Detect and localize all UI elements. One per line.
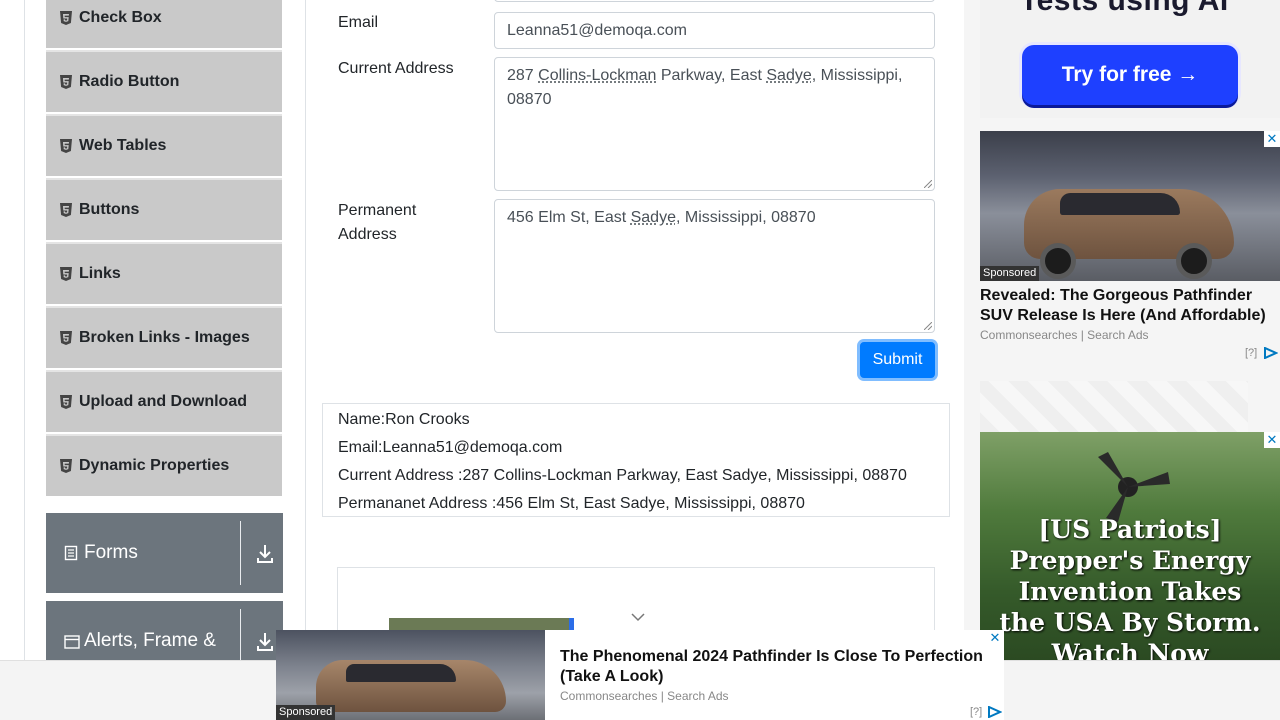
- sidebar-group-label: Alerts, Frame &: [84, 630, 216, 651]
- patriot-ad[interactable]: [US Patriots] Prepper's Energy Invention…: [980, 432, 1280, 660]
- address-text: 08870: [507, 91, 552, 108]
- sidebar-item-radio-button[interactable]: Radio Button: [46, 50, 282, 112]
- sidebar-item-label: Broken Links - Images: [79, 329, 250, 346]
- current-address-textarea[interactable]: 287 Collins-Lockman Parkway, East Sadye,…: [494, 57, 935, 191]
- patriot-ad-text: [US Patriots] Prepper's Energy Invention…: [980, 514, 1280, 660]
- patriot-line: the USA By Storm.: [999, 608, 1261, 637]
- adchoices-icon[interactable]: [1264, 347, 1278, 359]
- try-for-free-button[interactable]: Try for free →: [1022, 45, 1238, 105]
- ad-info-link[interactable]: [?]: [970, 706, 982, 718]
- html5-icon: [60, 395, 72, 409]
- html5-icon: [60, 11, 72, 25]
- sidebar-border-left: [24, 0, 25, 660]
- sidebar-item-label: Radio Button: [79, 73, 180, 90]
- list-icon: [64, 545, 78, 561]
- html5-icon: [60, 203, 72, 217]
- spellcheck-word: Collins-Lockman: [538, 67, 657, 84]
- close-icon[interactable]: ✕: [987, 630, 1003, 646]
- ad-info-link[interactable]: [?]: [1245, 347, 1257, 359]
- email-label: Email: [338, 14, 379, 31]
- html5-icon: [60, 139, 72, 153]
- bottom-ad-title[interactable]: The Phenomenal 2024 Pathfinder Is Close …: [560, 647, 1000, 687]
- sidebar-item-label: Links: [79, 265, 121, 282]
- chevron-down-icon[interactable]: [631, 612, 645, 622]
- bottom-ad[interactable]: Sponsored The Phenomenal 2024 Pathfinder…: [276, 630, 1004, 720]
- current-address-label: Current Address: [338, 60, 454, 77]
- permanent-label-line2: Address: [338, 226, 397, 243]
- sidebar-group-forms[interactable]: Forms: [46, 513, 283, 593]
- propeller-illustration: [1098, 452, 1170, 522]
- address-text: 287: [507, 67, 539, 84]
- resize-grip-icon[interactable]: [924, 180, 932, 188]
- html5-icon: [60, 331, 72, 345]
- resize-grip-icon[interactable]: [924, 322, 932, 330]
- sidebar-group-label: Forms: [84, 542, 138, 563]
- sponsored-badge: Sponsored: [276, 705, 336, 720]
- spellcheck-word: Sadye: [630, 209, 676, 226]
- address-text: , Mississippi,: [811, 67, 903, 84]
- sidebar-item-label: Check Box: [79, 9, 162, 26]
- html5-icon: [60, 267, 72, 281]
- top-ad-banner[interactable]: Tests using AI Try for free →: [980, 0, 1280, 118]
- sidebar-item-label: Buttons: [79, 201, 140, 218]
- car-wheel: [1176, 243, 1212, 279]
- sidebar-border-right: [305, 0, 306, 660]
- sponsored-badge: Sponsored: [980, 266, 1040, 281]
- sidebar-item-label: Web Tables: [79, 137, 167, 154]
- output-email: Email:Leanna51@demoqa.com: [338, 439, 563, 456]
- output-current-address: Current Address :287 Collins-Lockman Par…: [338, 467, 907, 484]
- top-ad-headline: Tests using AI: [1020, 0, 1229, 17]
- submit-button[interactable]: Submit: [860, 342, 935, 378]
- spellcheck-word: Sadye: [766, 67, 812, 84]
- car-ad-source[interactable]: Commonsearches | Search Ads: [980, 328, 1149, 342]
- bottom-ad-source[interactable]: Commonsearches | Search Ads: [560, 689, 729, 703]
- output-panel: Name:Ron Crooks Email:Leanna51@demoqa.co…: [322, 403, 950, 517]
- close-icon[interactable]: ✕: [1264, 432, 1280, 448]
- sidebar-item-dynamic-properties[interactable]: Dynamic Properties: [46, 434, 282, 496]
- html5-icon: [60, 75, 72, 89]
- window-icon: [64, 633, 80, 649]
- sidebar-item-links[interactable]: Links: [46, 242, 282, 304]
- group-divider: [240, 521, 241, 585]
- address-text: , Mississippi, 08870: [675, 209, 816, 226]
- address-text: 456 Elm St, East: [507, 209, 631, 226]
- sidebar-item-label: Upload and Download: [79, 393, 247, 410]
- car-window: [1060, 193, 1180, 215]
- car-wheel: [1040, 243, 1076, 279]
- permanent-label-line1: Permanent: [338, 202, 417, 219]
- email-field-value: Leanna51@demoqa.com: [507, 22, 687, 39]
- blank-ad-placeholder: [980, 381, 1248, 432]
- patriot-line: Invention Takes: [1018, 577, 1242, 606]
- download-icon[interactable]: [256, 544, 274, 564]
- sidebar-item-upload-download[interactable]: Upload and Download: [46, 370, 282, 432]
- page: Check Box Radio Button Web Tables Button…: [0, 0, 1280, 720]
- sidebar-item-label: Dynamic Properties: [79, 457, 230, 474]
- sidebar-item-web-tables[interactable]: Web Tables: [46, 114, 282, 176]
- patriot-line: Prepper's Energy: [1009, 546, 1251, 575]
- html5-icon: [60, 459, 72, 473]
- sidebar-item-broken-links[interactable]: Broken Links - Images: [46, 306, 282, 368]
- permanent-address-label: Permanent Address: [338, 199, 416, 247]
- close-icon[interactable]: ✕: [1264, 131, 1280, 147]
- patriot-line: Watch Now: [1051, 639, 1209, 660]
- permanent-address-textarea[interactable]: 456 Elm St, East Sadye, Mississippi, 088…: [494, 199, 935, 333]
- car-ad-title[interactable]: Revealed: The Gorgeous Pathfinder SUV Re…: [980, 286, 1276, 326]
- sidebar-item-check-box[interactable]: Check Box: [46, 0, 282, 48]
- address-text: Parkway, East: [656, 67, 767, 84]
- output-name: Name:Ron Crooks: [338, 411, 470, 428]
- output-permanent-address: Permananet Address :456 Elm St, East Sad…: [338, 495, 805, 512]
- email-field[interactable]: Leanna51@demoqa.com: [494, 12, 935, 49]
- car-ad-image[interactable]: [980, 131, 1280, 281]
- name-field-bottom-edge: [494, 0, 935, 2]
- sidebar-item-buttons[interactable]: Buttons: [46, 178, 282, 240]
- car-window: [346, 664, 456, 682]
- download-icon[interactable]: [256, 632, 274, 652]
- adchoices-icon[interactable]: [988, 706, 1002, 718]
- patriot-line: [US Patriots]: [1038, 515, 1222, 544]
